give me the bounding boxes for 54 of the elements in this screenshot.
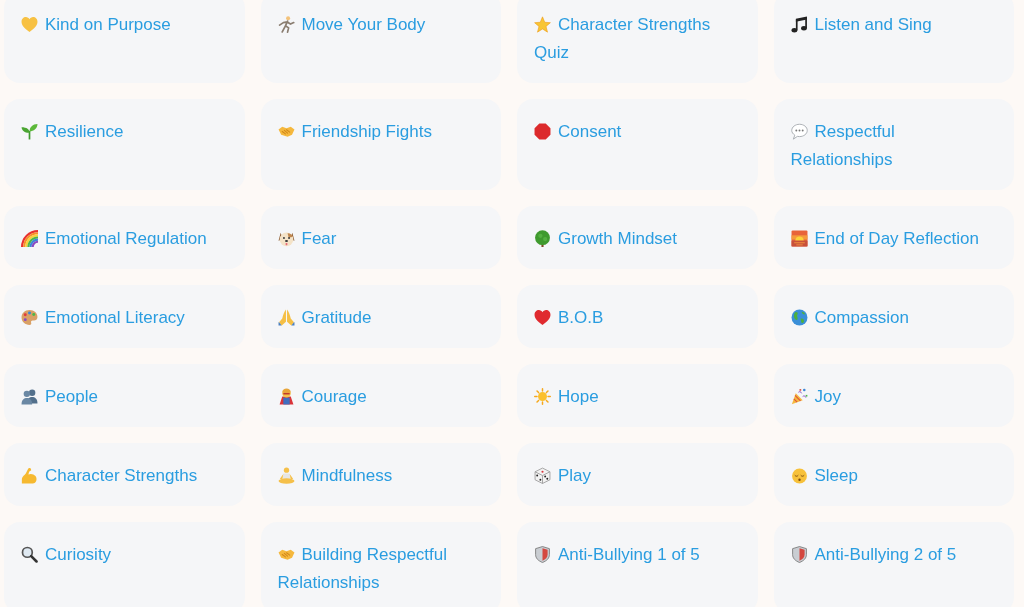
music-notes-icon — [790, 16, 808, 33]
running-figure-icon — [277, 16, 295, 33]
topic-card[interactable]: Resilience — [4, 99, 245, 190]
topic-card[interactable]: Sleep — [773, 443, 1014, 506]
star-icon — [534, 16, 551, 33]
topic-card[interactable]: Fear — [260, 206, 501, 269]
rainbow-icon — [21, 230, 38, 247]
topic-card[interactable]: Anti-Bullying 1 of 5 — [517, 522, 758, 607]
topic-card[interactable]: Emotional Regulation — [4, 206, 245, 269]
magnifying-glass-icon — [21, 546, 38, 563]
topic-card[interactable]: Mindfulness — [260, 443, 501, 506]
topic-card[interactable]: Kind on Purpose — [4, 0, 245, 83]
flexed-arm-icon — [21, 467, 38, 484]
topic-card[interactable]: Building Respectful Relationships — [260, 522, 501, 607]
speech-bubble-icon — [790, 123, 808, 140]
topic-card[interactable]: Anti-Bullying 2 of 5 — [773, 522, 1014, 607]
topic-card[interactable]: Courage — [260, 364, 501, 427]
people-icon — [21, 388, 38, 405]
dog-face-icon — [277, 230, 295, 247]
palette-icon — [21, 309, 38, 326]
topic-card[interactable]: Play — [517, 443, 758, 506]
party-popper-icon — [790, 388, 808, 405]
topic-card[interactable]: End of Day Reflection — [773, 206, 1014, 269]
globe-icon — [790, 309, 808, 326]
topic-card[interactable]: Move Your Body — [260, 0, 501, 83]
topic-card[interactable]: B.O.B — [517, 285, 758, 348]
sprout-icon — [21, 123, 38, 140]
heart-icon — [534, 309, 551, 326]
topic-card[interactable]: Character Strengths Quiz — [517, 0, 758, 83]
sleeping-face-icon — [790, 467, 808, 484]
tree-icon — [534, 230, 551, 247]
shield-icon — [534, 546, 551, 563]
dice-icon — [534, 467, 551, 484]
topic-card[interactable]: Emotional Literacy — [4, 285, 245, 348]
topic-card[interactable]: Listen and Sing — [773, 0, 1014, 83]
topic-card[interactable]: Compassion — [773, 285, 1014, 348]
topic-card[interactable]: Consent — [517, 99, 758, 190]
sun-icon — [534, 388, 551, 405]
topic-card[interactable]: People — [4, 364, 245, 427]
stop-sign-icon — [534, 123, 551, 140]
topic-card[interactable]: Character Strengths — [4, 443, 245, 506]
heart-icon — [21, 16, 38, 33]
shield-icon — [790, 546, 808, 563]
topic-card[interactable]: Respectful Relationships — [773, 99, 1014, 190]
topic-card[interactable]: Growth Mindset — [517, 206, 758, 269]
topic-card[interactable]: Curiosity — [4, 522, 245, 607]
topic-card[interactable]: Gratitude — [260, 285, 501, 348]
sunset-icon — [790, 230, 808, 247]
meditating-figure-icon — [277, 467, 295, 484]
topic-card[interactable]: Friendship Fights — [260, 99, 501, 190]
superhero-icon — [277, 388, 295, 405]
topic-card[interactable]: Joy — [773, 364, 1014, 427]
praying-hands-icon — [277, 309, 295, 326]
topic-card[interactable]: Hope — [517, 364, 758, 427]
